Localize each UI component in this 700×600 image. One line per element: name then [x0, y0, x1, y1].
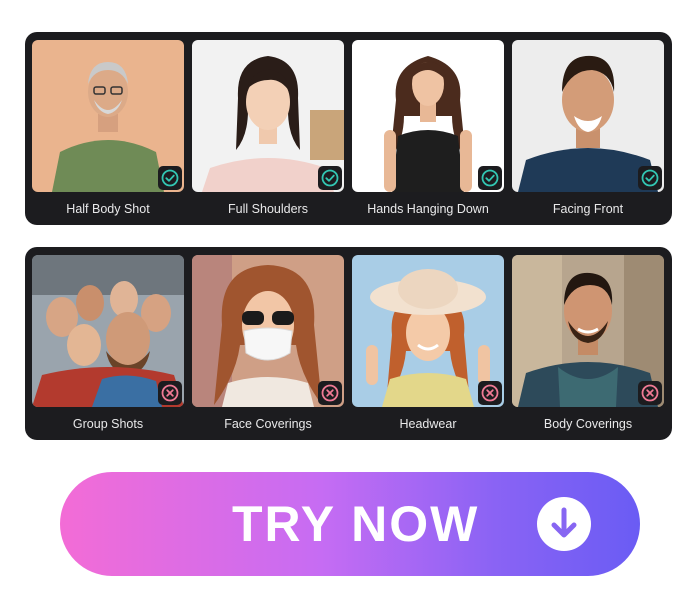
cross-icon — [481, 384, 499, 402]
cross-icon — [641, 384, 659, 402]
example-label: Group Shots — [72, 417, 144, 431]
example-photo-face-coverings — [192, 255, 344, 407]
check-icon — [481, 169, 499, 187]
example-label: Hands Hanging Down — [367, 202, 489, 216]
disallowed-examples-panel: Group Shots Face Coverings Headwear Body… — [25, 247, 672, 440]
example-label: Headwear — [399, 417, 457, 431]
example-photo-half-body-shot — [32, 40, 184, 192]
example-photo-full-shoulders — [192, 40, 344, 192]
example-photo-hands-hanging-down — [352, 40, 504, 192]
check-badge — [158, 166, 182, 190]
check-icon — [161, 169, 179, 187]
allowed-examples-panel: Half Body Shot Full Shoulders Hands Hang… — [25, 32, 672, 225]
check-badge — [638, 166, 662, 190]
try-now-button[interactable]: TRY NOW — [60, 472, 640, 576]
try-now-label: TRY NOW — [232, 496, 480, 552]
example-photo-headwear — [352, 255, 504, 407]
cross-badge — [638, 381, 662, 405]
download-arrow-icon — [537, 497, 591, 551]
check-badge — [478, 166, 502, 190]
cross-badge — [478, 381, 502, 405]
cross-badge — [158, 381, 182, 405]
check-icon — [641, 169, 659, 187]
check-badge — [318, 166, 342, 190]
cross-icon — [161, 384, 179, 402]
example-label: Half Body Shot — [66, 202, 150, 216]
cross-badge — [318, 381, 342, 405]
cross-icon — [321, 384, 339, 402]
example-photo-group-shots — [32, 255, 184, 407]
example-label: Face Coverings — [224, 417, 312, 431]
example-label: Facing Front — [552, 202, 624, 216]
check-icon — [321, 169, 339, 187]
example-label: Body Coverings — [543, 417, 633, 431]
example-label: Full Shoulders — [228, 202, 308, 216]
example-photo-facing-front — [512, 40, 664, 192]
example-photo-body-coverings — [512, 255, 664, 407]
